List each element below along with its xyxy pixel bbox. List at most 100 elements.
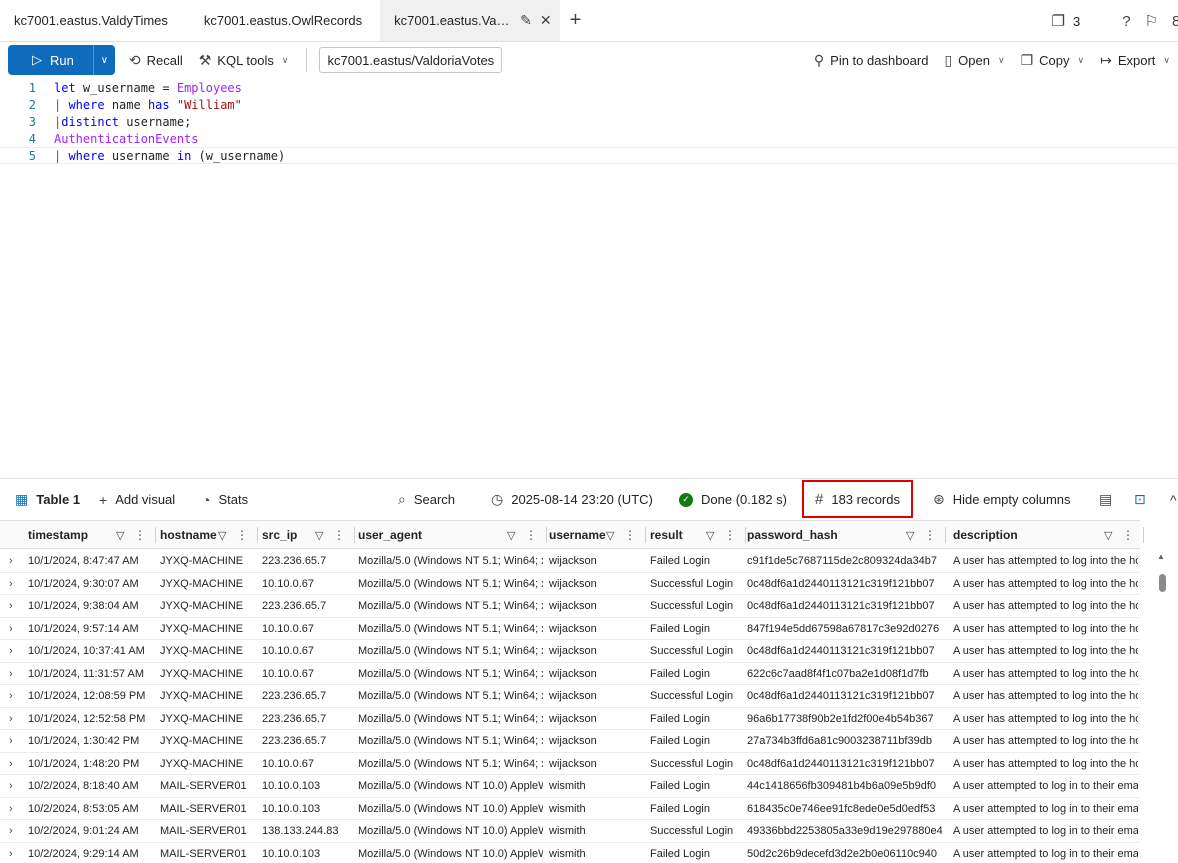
close-icon[interactable]: ✕	[540, 12, 552, 29]
code-line[interactable]: 5 | where username in (w_username)	[0, 147, 1178, 164]
column-resize-handle[interactable]	[945, 527, 946, 543]
cell-username[interactable]: wijackson	[549, 573, 642, 595]
edit-pencil-icon[interactable]: ✎	[520, 12, 532, 29]
cell-user-agent[interactable]: Mozilla/5.0 (Windows NT 5.1; Win64; x	[358, 618, 543, 640]
add-tab-icon[interactable]: +	[560, 0, 592, 41]
cell-description[interactable]: A user has attempted to log into the ho	[953, 573, 1138, 595]
table-row[interactable]: › 10/1/2024, 10:37:41 AM JYXQ-MACHINE 10.10…	[0, 640, 1140, 663]
cell-username[interactable]: wismith	[549, 798, 642, 820]
cell-password-hash[interactable]: 0c48df6a1d2440113121c319f121bb07	[747, 753, 942, 775]
cell-user-agent[interactable]: Mozilla/5.0 (Windows NT 5.1; Win64; x	[358, 708, 543, 730]
cell-hostname[interactable]: JYXQ-MACHINE	[160, 708, 254, 730]
table-row[interactable]: › 10/1/2024, 9:30:07 AM JYXQ-MACHINE 10.10.…	[0, 573, 1140, 595]
table-tab[interactable]: ▦ Table 1	[15, 491, 80, 508]
table-row[interactable]: › 10/2/2024, 8:18:40 AM MAIL-SERVER01 10.10…	[0, 775, 1140, 798]
cell-hostname[interactable]: JYXQ-MACHINE	[160, 753, 254, 775]
table-row[interactable]: › 10/1/2024, 9:57:14 AM JYXQ-MACHINE 10.10.…	[0, 618, 1140, 640]
cell-hostname[interactable]: MAIL-SERVER01	[160, 798, 254, 820]
cell-result[interactable]: Failed Login	[650, 730, 742, 752]
cell-timestamp[interactable]: 10/2/2024, 8:53:05 AM	[28, 798, 152, 820]
cell-timestamp[interactable]: 10/1/2024, 12:08:59 PM	[28, 685, 152, 707]
filter-icon[interactable]: ▽	[116, 529, 124, 542]
collapse-button[interactable]: ^	[1170, 492, 1177, 508]
more-options-icon[interactable]: ⋮	[624, 528, 636, 542]
table-row[interactable]: › 10/1/2024, 11:31:57 AM JYXQ-MACHINE 10.10…	[0, 663, 1140, 685]
expand-row-chevron-icon[interactable]: ›	[9, 798, 13, 820]
vertical-scrollbar[interactable]: ▲	[1156, 550, 1168, 863]
cell-src-ip[interactable]: 10.10.0.67	[262, 640, 351, 662]
expand-row-chevron-icon[interactable]: ›	[9, 595, 13, 617]
cell-password-hash[interactable]: 44c1418656fb309481b4b6a09e5b9df0	[747, 775, 942, 797]
cell-user-agent[interactable]: Mozilla/5.0 (Windows NT 5.1; Win64; x	[358, 753, 543, 775]
expand-row-chevron-icon[interactable]: ›	[9, 753, 13, 775]
cell-timestamp[interactable]: 10/1/2024, 12:52:58 PM	[28, 708, 152, 730]
cell-result[interactable]: Failed Login	[650, 775, 742, 797]
cell-src-ip[interactable]: 10.10.0.67	[262, 753, 351, 775]
expand-row-chevron-icon[interactable]: ›	[9, 775, 13, 797]
cell-hostname[interactable]: JYXQ-MACHINE	[160, 663, 254, 685]
expand-row-chevron-icon[interactable]: ›	[9, 843, 13, 863]
table-row[interactable]: › 10/2/2024, 9:01:24 AM MAIL-SERVER01 138.1…	[0, 820, 1140, 843]
cell-username[interactable]: wismith	[549, 775, 642, 797]
cell-description[interactable]: A user attempted to log in to their ema	[953, 775, 1138, 797]
cell-password-hash[interactable]: 27a734b3ffd6a81c9003238711bf39db	[747, 730, 942, 752]
expand-row-chevron-icon[interactable]: ›	[9, 550, 13, 572]
cell-description[interactable]: A user attempted to log in to their ema	[953, 820, 1138, 842]
open-button[interactable]: ▯ Open ∨	[936, 52, 1012, 69]
more-options-icon[interactable]: ⋮	[333, 528, 345, 542]
expand-row-chevron-icon[interactable]: ›	[9, 708, 13, 730]
filter-icon[interactable]: ▽	[706, 529, 714, 542]
cell-user-agent[interactable]: Mozilla/5.0 (Windows NT 10.0) AppleW	[358, 775, 543, 797]
more-options-icon[interactable]: ⋮	[724, 528, 736, 542]
cell-description[interactable]: A user attempted to log in to their ema	[953, 798, 1138, 820]
cell-password-hash[interactable]: c91f1de5c7687115de2c809324da34b7	[747, 550, 942, 572]
column-header-description[interactable]: description ▽ ⋮	[953, 521, 1138, 549]
cell-result[interactable]: Failed Login	[650, 843, 742, 863]
cell-src-ip[interactable]: 10.10.0.103	[262, 798, 351, 820]
query-editor[interactable]: 1 let w_username = Employees 2 | where name…	[0, 78, 1178, 478]
expand-button[interactable]: ⊡	[1134, 491, 1146, 508]
cell-description[interactable]: A user attempted to log in to their ema	[953, 843, 1138, 863]
cell-hostname[interactable]: JYXQ-MACHINE	[160, 640, 254, 662]
cell-src-ip[interactable]: 223.236.65.7	[262, 595, 351, 617]
feedback-icon[interactable]: ⚐	[1145, 12, 1158, 30]
cell-timestamp[interactable]: 10/1/2024, 9:38:04 AM	[28, 595, 152, 617]
cell-username[interactable]: wijackson	[549, 708, 642, 730]
cell-timestamp[interactable]: 10/2/2024, 9:01:24 AM	[28, 820, 152, 842]
cell-username[interactable]: wijackson	[549, 753, 642, 775]
kql-tools-button[interactable]: ⚒ KQL tools ∨	[191, 52, 297, 69]
cell-password-hash[interactable]: 847f194e5dd67598a67817c3e92d0276	[747, 618, 942, 640]
filter-icon[interactable]: ▽	[315, 529, 323, 542]
cell-password-hash[interactable]: 0c48df6a1d2440113121c319f121bb07	[747, 640, 942, 662]
cell-hostname[interactable]: JYXQ-MACHINE	[160, 685, 254, 707]
column-resize-handle[interactable]	[546, 527, 547, 543]
cell-password-hash[interactable]: 96a6b17738f90b2e1fd2f00e4b54b367	[747, 708, 942, 730]
filter-icon[interactable]: ▽	[507, 529, 515, 542]
cell-username[interactable]: wijackson	[549, 550, 642, 572]
cell-src-ip[interactable]: 10.10.0.103	[262, 843, 351, 863]
more-options-icon[interactable]: ⋮	[134, 528, 146, 542]
cell-result[interactable]: Successful Login	[650, 595, 742, 617]
column-resize-handle[interactable]	[645, 527, 646, 543]
cell-user-agent[interactable]: Mozilla/5.0 (Windows NT 5.1; Win64; x	[358, 730, 543, 752]
cell-timestamp[interactable]: 10/1/2024, 11:31:57 AM	[28, 663, 152, 685]
cell-username[interactable]: wijackson	[549, 663, 642, 685]
cell-src-ip[interactable]: 10.10.0.67	[262, 573, 351, 595]
cell-description[interactable]: A user has attempted to log into the ho	[953, 640, 1138, 662]
cell-result[interactable]: Successful Login	[650, 640, 742, 662]
table-row[interactable]: › 10/1/2024, 12:52:58 PM JYXQ-MACHINE 223.2…	[0, 708, 1140, 730]
code-line[interactable]: 3 |distinct username;	[0, 113, 1178, 130]
filter-icon[interactable]: ▽	[906, 529, 914, 542]
cell-src-ip[interactable]: 138.133.244.83	[262, 820, 351, 842]
cell-user-agent[interactable]: Mozilla/5.0 (Windows NT 10.0) AppleW	[358, 843, 543, 863]
code-line[interactable]: 4 AuthenticationEvents	[0, 130, 1178, 147]
cell-timestamp[interactable]: 10/2/2024, 9:29:14 AM	[28, 843, 152, 863]
export-button[interactable]: ↦ Export ∨	[1092, 52, 1178, 69]
column-resize-handle[interactable]	[155, 527, 156, 543]
cell-description[interactable]: A user has attempted to log into the ho	[953, 730, 1138, 752]
table-row[interactable]: › 10/1/2024, 9:38:04 AM JYXQ-MACHINE 223.23…	[0, 595, 1140, 618]
cell-timestamp[interactable]: 10/1/2024, 8:47:47 AM	[28, 550, 152, 572]
column-header-result[interactable]: result ▽ ⋮	[650, 521, 740, 549]
scroll-thumb[interactable]	[1159, 574, 1166, 592]
hide-empty-columns-button[interactable]: ⊛ Hide empty columns	[933, 491, 1071, 508]
